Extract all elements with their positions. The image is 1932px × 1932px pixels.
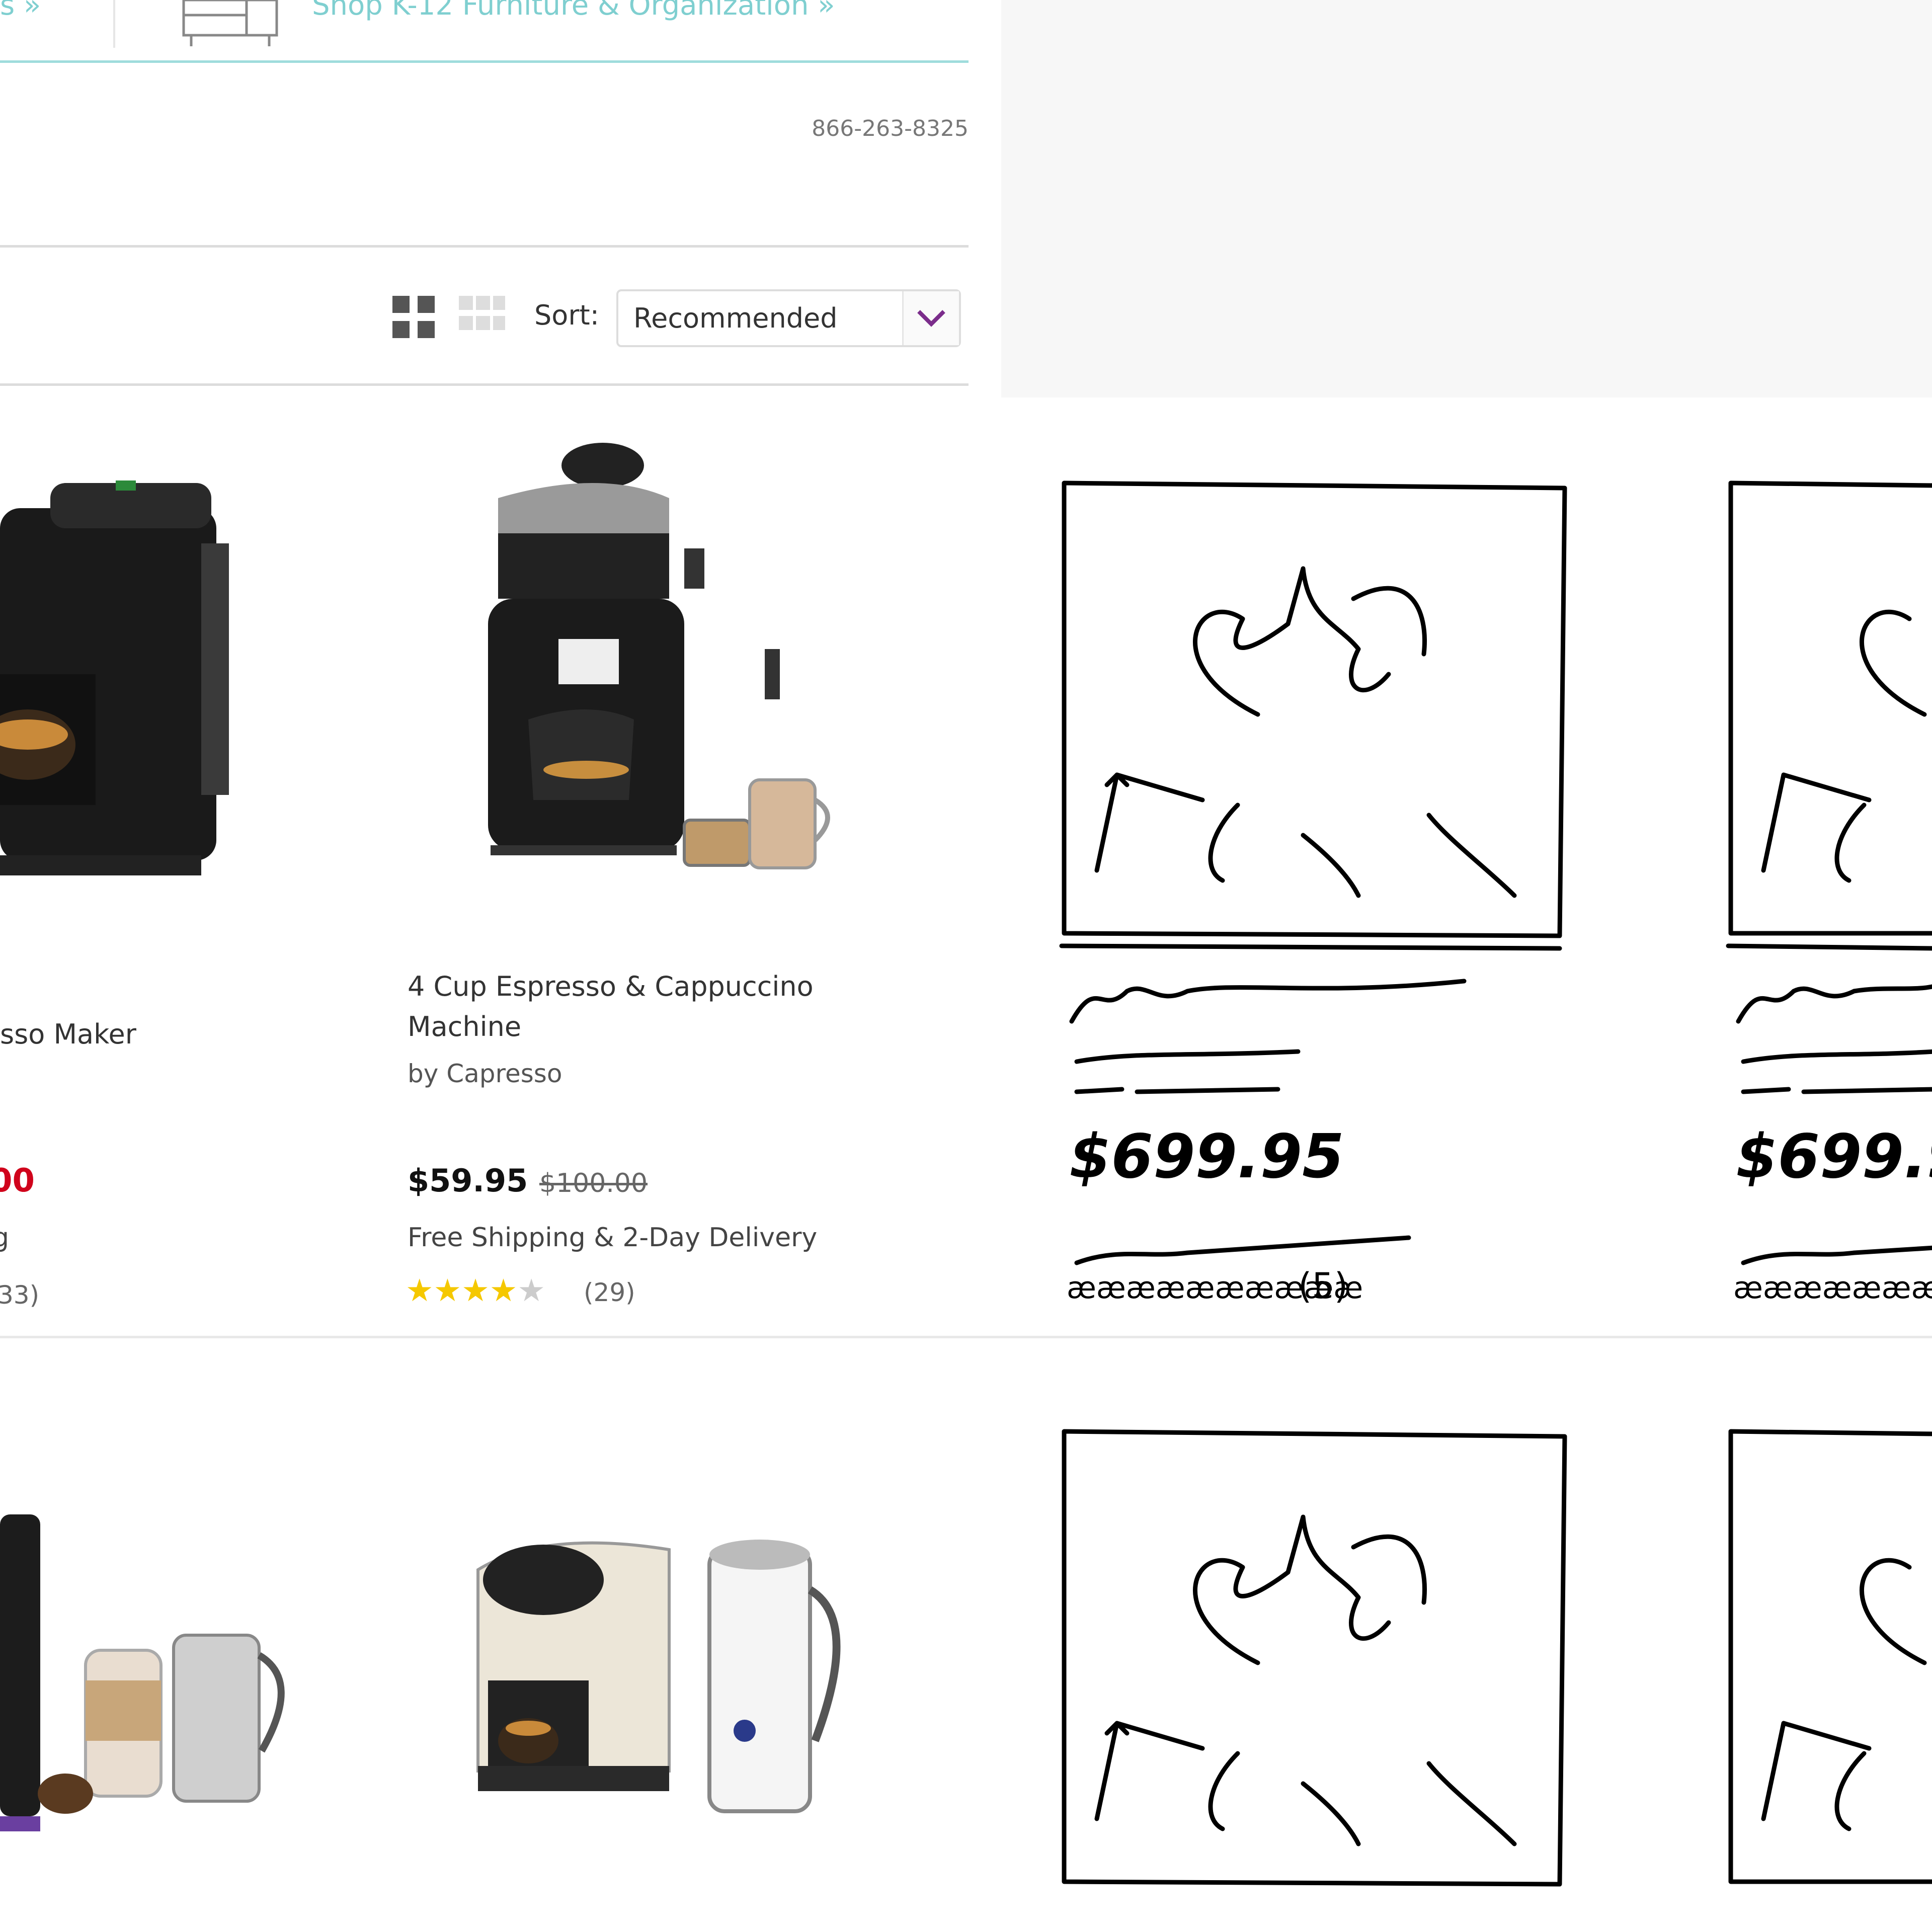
furniture-icon [181, 0, 282, 48]
promo-divider [113, 0, 115, 48]
promo-link-furniture[interactable]: Shop K-12 Furniture & Organization » [312, 0, 835, 22]
sort-label: Sort: [534, 299, 599, 331]
sketch-product-card: $699.95 æææææææ [1723, 473, 1932, 1338]
phone-number: 866-263-8325 [812, 116, 969, 141]
promo-link-left[interactable]: s » [0, 0, 41, 22]
product-image[interactable] [0, 453, 236, 921]
product-price: 00 [0, 1162, 35, 1199]
product-title[interactable]: sso Maker [0, 1014, 136, 1055]
was-price: $100.00 [539, 1168, 648, 1198]
star-icon: ★ [461, 1272, 490, 1309]
product-image[interactable] [468, 1530, 870, 1831]
promo-underline [0, 60, 969, 63]
product-image[interactable] [468, 438, 886, 941]
side-panel [1001, 0, 1932, 397]
star-icon: ★ [489, 1272, 518, 1309]
star-icon: ★ [406, 1272, 434, 1309]
divider [0, 383, 969, 386]
product-title[interactable]: 4 Cup Espresso & Cappuccino [408, 966, 814, 1007]
product-image[interactable] [0, 1514, 322, 1857]
row-divider [0, 1336, 1932, 1338]
large-grid-view-icon[interactable] [459, 296, 507, 341]
product-title[interactable]: Machine [408, 1006, 521, 1048]
shipping-text: g [0, 1223, 10, 1253]
review-count: 33) [0, 1280, 40, 1310]
sketch-price: $699.95 [1069, 1122, 1344, 1192]
chevron-down-icon[interactable] [902, 291, 959, 345]
review-count[interactable]: (29) [584, 1278, 635, 1307]
star-icon: ★ [517, 1272, 545, 1309]
sketch-product-image [1057, 1421, 1585, 1932]
sketch-stars: æææææææ [1733, 1270, 1932, 1306]
sort-value: Recommended [633, 302, 838, 334]
sketch-product-image [1723, 1421, 1932, 1932]
sketch-price: $699.95 [1736, 1122, 1932, 1192]
product-price: $59.95 [408, 1162, 528, 1199]
shipping-text: Free Shipping & 2-Day Delivery [408, 1223, 818, 1253]
product-brand[interactable]: by Capresso [408, 1059, 562, 1088]
sort-dropdown[interactable]: Recommended [616, 289, 961, 347]
sketch-review-count: (5) [1298, 1265, 1348, 1307]
star-icon: ★ [433, 1272, 462, 1309]
sketch-product-card: $699.95 ææææææææææ (5) [1057, 473, 1585, 1338]
star-rating: ★★★★★ [406, 1272, 545, 1309]
divider [0, 245, 969, 248]
grid-view-icon[interactable] [392, 296, 438, 341]
